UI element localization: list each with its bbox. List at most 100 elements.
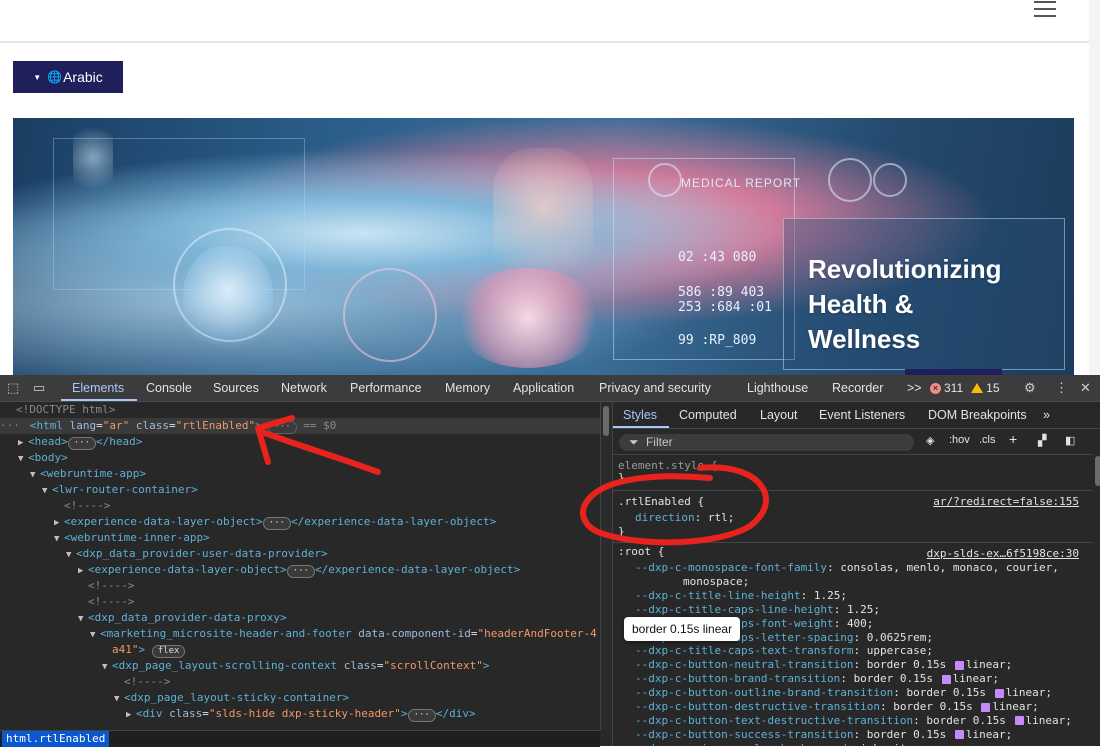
tab-recorder[interactable]: Recorder <box>832 381 883 395</box>
dom-node[interactable]: ▼ <marketing_microsite-header-and-footer … <box>0 626 597 642</box>
tab-network[interactable]: Network <box>281 381 327 395</box>
easing-swatch-icon[interactable] <box>1014 716 1024 726</box>
scroll-thumb[interactable] <box>603 406 609 436</box>
more-tabs-chevron-icon[interactable]: >> <box>907 381 922 395</box>
dom-node[interactable]: ▼ <lwr-router-container> <box>0 482 198 498</box>
css-declaration[interactable]: --dxp-c-button-destructive-transition: b… <box>635 700 1039 714</box>
css-value-tooltip: border 0.15s linear <box>624 617 741 641</box>
easing-swatch-icon[interactable] <box>981 702 991 712</box>
easing-swatch-icon[interactable] <box>941 674 951 684</box>
inspect-element-icon[interactable]: ⬚ <box>7 380 19 396</box>
rtl-rule-selector: .rtlEnabled { <box>618 495 705 508</box>
css-declaration[interactable]: --dxp-c-monospace-font-family: consolas,… <box>635 561 1059 575</box>
expand-toggle-icon[interactable]: ▶ <box>18 435 28 451</box>
expand-toggle-icon[interactable]: ▼ <box>42 483 52 499</box>
rtl-rule-declaration[interactable]: direction: rtl; <box>635 511 734 525</box>
toggle-sidebar-icon[interactable]: ◧ <box>1065 434 1075 447</box>
css-declaration[interactable]: --dxp-c-title-caps-line-height: 1.25; <box>635 603 880 617</box>
expand-toggle-icon[interactable]: ▼ <box>114 691 124 707</box>
dom-tree[interactable]: <!DOCTYPE html> ··· <html lang="ar" class=… <box>0 402 600 730</box>
tab-computed[interactable]: Computed <box>679 408 737 422</box>
class-toggle[interactable]: .cls <box>979 434 996 446</box>
dom-node[interactable]: ▼ <dxp_data_provider-data-proxy> <box>0 610 287 626</box>
dom-node[interactable]: <!----> <box>0 674 170 690</box>
tab-privacy-security[interactable]: Privacy and security <box>599 381 711 395</box>
dom-node[interactable]: ▶ <div class="slds-hide dxp-sticky-header… <box>0 706 476 722</box>
close-devtools-icon[interactable]: ✕ <box>1080 380 1091 396</box>
readout-line: 02 :43 080 <box>678 250 757 265</box>
dom-node[interactable]: <!----> <box>0 498 110 514</box>
kebab-menu-icon[interactable]: ⋮ <box>1055 380 1068 396</box>
tab-application[interactable]: Application <box>513 381 574 395</box>
dom-node-selected[interactable]: ··· <html lang="ar" class="rtlEnabled"> ·… <box>0 418 600 434</box>
settings-gear-icon[interactable]: ⚙ <box>1024 380 1036 396</box>
css-declaration[interactable]: --dxp-c-spinner-color-background: inheri… <box>635 742 913 746</box>
expand-toggle-icon[interactable]: ▼ <box>54 531 64 547</box>
easing-swatch-icon[interactable] <box>954 730 964 740</box>
layers-icon[interactable]: ◈ <box>926 434 934 447</box>
expand-toggle-icon[interactable]: ▶ <box>54 515 64 531</box>
tab-sources[interactable]: Sources <box>213 381 259 395</box>
dom-node[interactable]: ▼ <dxp_page_layout-sticky-container> <box>0 690 349 706</box>
css-declaration[interactable]: --dxp-c-title-line-height: 1.25; <box>635 589 847 603</box>
breadcrumb-class: .rtlEnabled <box>32 732 106 745</box>
expand-toggle-icon[interactable]: ▶ <box>78 563 88 579</box>
paint-brush-icon[interactable]: ▞ <box>1038 434 1046 447</box>
hero-banner: MEDICAL REPORT 02 :43 080 586 :89 403 25… <box>13 118 1074 375</box>
dom-breadcrumb[interactable]: html.rtlEnabled <box>0 730 600 747</box>
tab-styles[interactable]: Styles <box>623 408 657 422</box>
page-scrollbar[interactable] <box>1089 0 1100 375</box>
site-header <box>0 0 1089 43</box>
filter-icon: ⏷ <box>629 435 639 449</box>
styles-scrollbar-thumb[interactable] <box>1095 456 1100 486</box>
tab-console[interactable]: Console <box>146 381 192 395</box>
easing-swatch-icon[interactable] <box>954 660 964 670</box>
dom-node[interactable]: ▶ <experience-data-layer-object> ··· </expe… <box>0 514 496 530</box>
dom-node[interactable]: ▼ <webruntime-inner-app> <box>0 530 210 546</box>
language-dropdown-button[interactable]: ▼ 🌐 Arabic <box>13 61 123 93</box>
expand-toggle-icon[interactable]: ▼ <box>78 611 88 627</box>
css-declaration[interactable]: --dxp-c-button-neutral-transition: borde… <box>635 658 1012 672</box>
device-toolbar-icon[interactable]: ▭ <box>33 380 45 396</box>
easing-swatch-icon[interactable] <box>994 688 1004 698</box>
tab-event-listeners[interactable]: Event Listeners <box>819 408 905 422</box>
dom-node[interactable]: ▼ <dxp_data_provider-user-data-provider> <box>0 546 328 562</box>
css-declaration[interactable]: --dxp-c-button-outline-brand-transition:… <box>635 686 1052 700</box>
css-declaration[interactable]: --dxp-c-button-success-transition: borde… <box>635 728 1012 742</box>
root-rule-source-link[interactable]: dxp-slds-ex…6f5198ce:30 <box>927 547 1079 560</box>
css-declaration[interactable]: --dxp-c-title-caps-text-transform: upper… <box>635 644 933 658</box>
tab-elements[interactable]: Elements <box>72 381 124 395</box>
issues-counter[interactable]: × 311 15 <box>930 381 1000 395</box>
css-declaration[interactable]: --dxp-c-button-text-destructive-transiti… <box>635 714 1072 728</box>
dom-node[interactable]: ▶ <experience-data-layer-object> ··· </expe… <box>0 562 520 578</box>
breadcrumb-item[interactable]: html.rtlEnabled <box>2 731 110 747</box>
tab-layout[interactable]: Layout <box>760 408 798 422</box>
expand-toggle-icon[interactable]: ▼ <box>102 659 112 675</box>
tab-lighthouse[interactable]: Lighthouse <box>747 381 808 395</box>
dom-node[interactable]: <!----> <box>0 594 134 610</box>
dom-node[interactable]: <!----> <box>0 578 134 594</box>
hover-state-toggle[interactable]: :hov <box>949 434 970 446</box>
dom-node[interactable]: <!DOCTYPE html> <box>0 402 115 418</box>
new-rule-plus-icon[interactable]: + <box>1009 431 1017 447</box>
expand-toggle-icon[interactable]: ▼ <box>66 547 76 563</box>
dom-node[interactable]: a41"> flex <box>0 642 186 658</box>
expand-toggle-icon[interactable]: ▼ <box>18 451 28 467</box>
css-declaration[interactable]: --dxp-c-button-brand-transition: border … <box>635 672 999 686</box>
styles-filter-input[interactable]: ⏷ Filter <box>619 434 914 451</box>
dom-node[interactable]: ▶ <head> ··· </head> <box>0 434 142 450</box>
tab-memory[interactable]: Memory <box>445 381 490 395</box>
tab-dom-breakpoints[interactable]: DOM Breakpoints <box>928 408 1027 422</box>
tab-performance[interactable]: Performance <box>350 381 422 395</box>
dom-node[interactable]: ▼ <webruntime-app> <box>0 466 146 482</box>
expand-toggle-icon[interactable]: ▼ <box>30 467 40 483</box>
css-declaration[interactable]: monospace; <box>683 575 749 589</box>
expand-toggle-icon[interactable]: ▼ <box>90 627 100 643</box>
rtl-rule-source-link[interactable]: ar/?redirect=false:155 <box>933 495 1079 508</box>
more-tabs-chevron-icon[interactable]: » <box>1043 408 1050 422</box>
dom-node[interactable]: ▼ <body> <box>0 450 68 466</box>
globe-icon: 🌐 <box>47 70 63 84</box>
expand-toggle-icon[interactable]: ▶ <box>126 707 136 723</box>
dom-node[interactable]: ▼ <dxp_page_layout-scrolling-context clas… <box>0 658 490 674</box>
hamburger-menu-icon[interactable] <box>1034 1 1056 17</box>
